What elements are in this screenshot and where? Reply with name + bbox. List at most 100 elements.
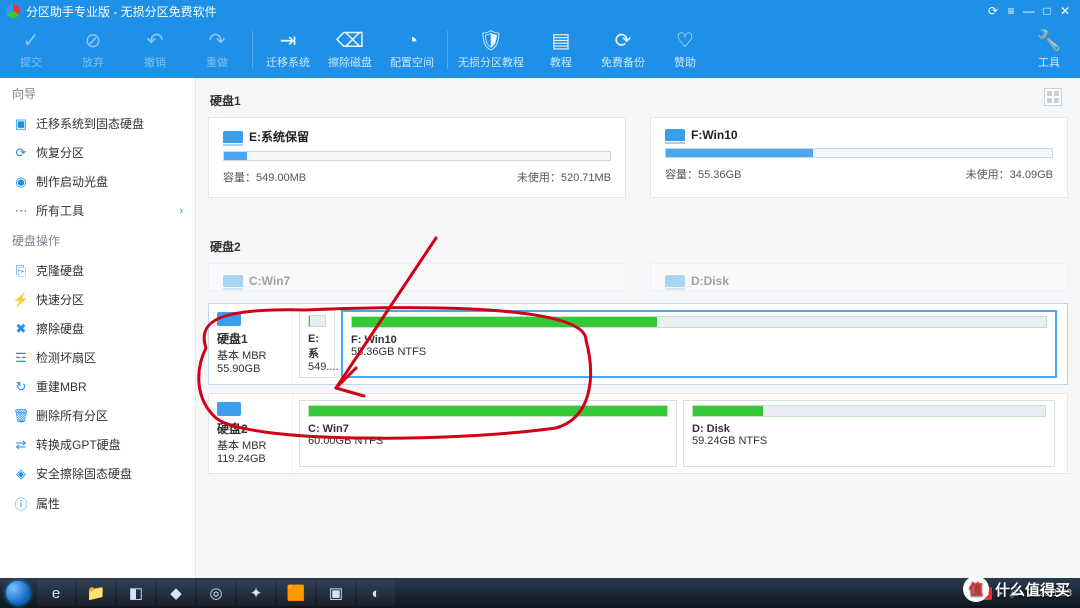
ops-item-0[interactable]: ⎘ 克隆硬盘 xyxy=(0,256,195,285)
ops-label-3: 检测坏扇区 xyxy=(36,349,96,366)
ops-item-1[interactable]: ⚡快速分区 xyxy=(0,285,195,314)
ops-label-2: 擦除硬盘 xyxy=(36,320,84,337)
tools-button[interactable]: 🔧工具 xyxy=(1018,30,1080,70)
wizard-item-3[interactable]: ⋯所有工具› xyxy=(0,196,195,225)
ops-item-4[interactable]: ↻重建MBR xyxy=(0,372,195,401)
disk1-cards: E:系统保留容量：549.00MB未使用：520.71MB F:Win10容量：5… xyxy=(208,117,1068,198)
ops-item-3[interactable]: ☲ 检测坏扇区 xyxy=(0,343,195,372)
guide-button[interactable]: ▤教程 xyxy=(530,30,592,70)
ops-item-6[interactable]: ⇄转换成GPT硬盘 xyxy=(0,430,195,459)
wizard-item-2[interactable]: ◉制作启动光盘 xyxy=(0,167,195,196)
maximize-icon[interactable]: □ xyxy=(1038,4,1056,18)
diskmap-part-1-1[interactable]: D: Disk59.24GB NTFS xyxy=(683,400,1055,467)
usage-bar xyxy=(308,405,668,417)
disk-name: 硬盘2 xyxy=(217,420,284,437)
ops-icon-0: ⎘ xyxy=(12,263,30,279)
sidebar-wizard-title: 向导 xyxy=(0,78,195,109)
disk-icon xyxy=(217,402,241,416)
tutorial-button[interactable]: 🛡无损分区教程 xyxy=(452,30,530,70)
usage-bar xyxy=(223,151,611,161)
partition-card2-1[interactable]: D:Disk xyxy=(650,263,1068,291)
app-logo-icon xyxy=(6,4,20,18)
ops-item-8[interactable]: ⓘ属性 xyxy=(0,488,195,519)
part-name: F: Win10 xyxy=(351,334,1047,346)
start-button[interactable] xyxy=(0,578,36,608)
close-icon[interactable]: ✕ xyxy=(1056,4,1074,18)
book-icon: ▤ xyxy=(530,30,592,52)
sidebar: 向导 ▣迁移系统到固态硬盘⟳恢复分区◉制作启动光盘⋯所有工具› 硬盘操作 ⎘ 克隆… xyxy=(0,78,196,578)
diskmap-part-0-0[interactable]: E: 系549.... xyxy=(299,310,335,378)
main-panel: 硬盘1 E:系统保留容量：549.00MB未使用：520.71MB F:Win10… xyxy=(196,78,1080,578)
donate-button[interactable]: ♡赞助 xyxy=(654,30,716,70)
diskmap-area: 硬盘1基本 MBR55.90GBE: 系549....F: Win1055.36… xyxy=(208,303,1068,474)
check-icon: ✓ xyxy=(0,30,62,52)
taskbar-app4-icon[interactable]: ✦ xyxy=(237,580,275,606)
disk-icon xyxy=(217,312,241,326)
menu-icon[interactable]: ≡ xyxy=(1002,4,1020,18)
wizard-icon-1: ⟳ xyxy=(12,145,30,161)
part-name: E: 系 xyxy=(308,333,326,361)
ops-item-7[interactable]: ◈安全擦除固态硬盘 xyxy=(0,459,195,488)
backup-icon: ⟳ xyxy=(592,30,654,52)
view-grid-icon[interactable] xyxy=(1044,88,1062,106)
disk-icon xyxy=(223,275,243,287)
diskmap-info-1: 硬盘2基本 MBR119.24GB xyxy=(209,394,293,473)
watermark: 值 什么值得买 xyxy=(963,576,1070,602)
diskmap-info-0: 硬盘1基本 MBR55.90GB xyxy=(209,304,293,384)
partition-card-0[interactable]: E:系统保留容量：549.00MB未使用：520.71MB xyxy=(208,117,626,198)
taskbar-app2-icon[interactable]: ◆ xyxy=(157,580,195,606)
taskbar-app7-icon[interactable]: ◐ xyxy=(357,580,395,606)
main-toolbar: ✓提交 ⊘放弃 ↶撤销 ↷重做 ⇥迁移系统 ⌫擦除磁盘 ◔配置空间 🛡无损分区教… xyxy=(0,22,1080,78)
taskbar-explorer-icon[interactable]: 📁 xyxy=(77,580,115,606)
wizard-item-0[interactable]: ▣迁移系统到固态硬盘 xyxy=(0,109,195,138)
minimize-icon[interactable]: — xyxy=(1020,4,1038,18)
wizard-icon-3: ⋯ xyxy=(12,203,30,219)
part-name: C: Win7 xyxy=(308,423,668,435)
diskmap-part-0-1[interactable]: F: Win1055.36GB NTFS xyxy=(341,310,1057,378)
allocate-space-button[interactable]: ◔配置空间 xyxy=(381,30,443,70)
diskmap-row-1[interactable]: 硬盘2基本 MBR119.24GBC: Win760.00GB NTFSD: D… xyxy=(208,393,1068,474)
partition-card2-0[interactable]: C:Win7 xyxy=(208,263,626,291)
ops-label-0: 克隆硬盘 xyxy=(36,262,84,279)
backup-button[interactable]: ⟳免费备份 xyxy=(592,30,654,70)
taskbar-app5-icon[interactable]: 🟧 xyxy=(277,580,315,606)
taskbar-app1-icon[interactable]: ◧ xyxy=(117,580,155,606)
disk2-heading: 硬盘2 xyxy=(210,238,1068,255)
disk-name: 硬盘1 xyxy=(217,330,284,347)
allocate-icon: ◔ xyxy=(381,30,443,52)
sidebar-ops-title: 硬盘操作 xyxy=(0,225,195,256)
disk-type: 基本 MBR xyxy=(217,347,284,363)
wizard-item-1[interactable]: ⟳恢复分区 xyxy=(0,138,195,167)
wrench-icon: 🔧 xyxy=(1018,30,1080,52)
ops-icon-4: ↻ xyxy=(12,379,30,395)
wipe-disk-button[interactable]: ⌫擦除磁盘 xyxy=(319,30,381,70)
ops-item-2[interactable]: ✖擦除硬盘 xyxy=(0,314,195,343)
taskbar-app6-icon[interactable]: ▣ xyxy=(317,580,355,606)
partition-card-1[interactable]: F:Win10容量：55.36GB未使用：34.09GB xyxy=(650,117,1068,198)
titlebar: 分区助手专业版 - 无损分区免费软件 ⟳ ≡ — □ ✕ xyxy=(0,0,1080,22)
disk-icon xyxy=(665,275,685,287)
ops-icon-5: 🗑 xyxy=(12,408,30,424)
diskmap-row-0[interactable]: 硬盘1基本 MBR55.90GBE: 系549....F: Win1055.36… xyxy=(208,303,1068,385)
windows-taskbar[interactable]: e 📁 ◧ ◆ ◎ ✦ 🟧 ▣ ◐ S ▸ 🔊 2020/1/23 xyxy=(0,578,1080,608)
wizard-label-2: 制作启动光盘 xyxy=(36,173,108,190)
diskmap-part-1-0[interactable]: C: Win760.00GB NTFS xyxy=(299,400,677,467)
part-info: 549.... xyxy=(308,361,326,373)
taskbar-app3-icon[interactable]: ◎ xyxy=(197,580,235,606)
part-info: 59.24GB NTFS xyxy=(692,435,1046,447)
heart-icon: ♡ xyxy=(654,30,716,52)
taskbar-ie-icon[interactable]: e xyxy=(37,580,75,606)
ops-label-8: 属性 xyxy=(36,495,60,512)
redo-icon: ↷ xyxy=(186,30,248,52)
wipe-icon: ⌫ xyxy=(319,30,381,52)
migrate-os-button[interactable]: ⇥迁移系统 xyxy=(257,30,319,70)
refresh-icon[interactable]: ⟳ xyxy=(984,4,1002,18)
ops-item-5[interactable]: 🗑删除所有分区 xyxy=(0,401,195,430)
usage-bar xyxy=(665,148,1053,158)
usage-bar xyxy=(692,405,1046,417)
redo-button: ↷重做 xyxy=(186,30,248,70)
partition-name: E:系统保留 xyxy=(249,128,309,145)
window-title: 分区助手专业版 - 无损分区免费软件 xyxy=(26,3,217,20)
cancel-icon: ⊘ xyxy=(62,30,124,52)
ops-icon-3: ☲ xyxy=(12,350,30,366)
